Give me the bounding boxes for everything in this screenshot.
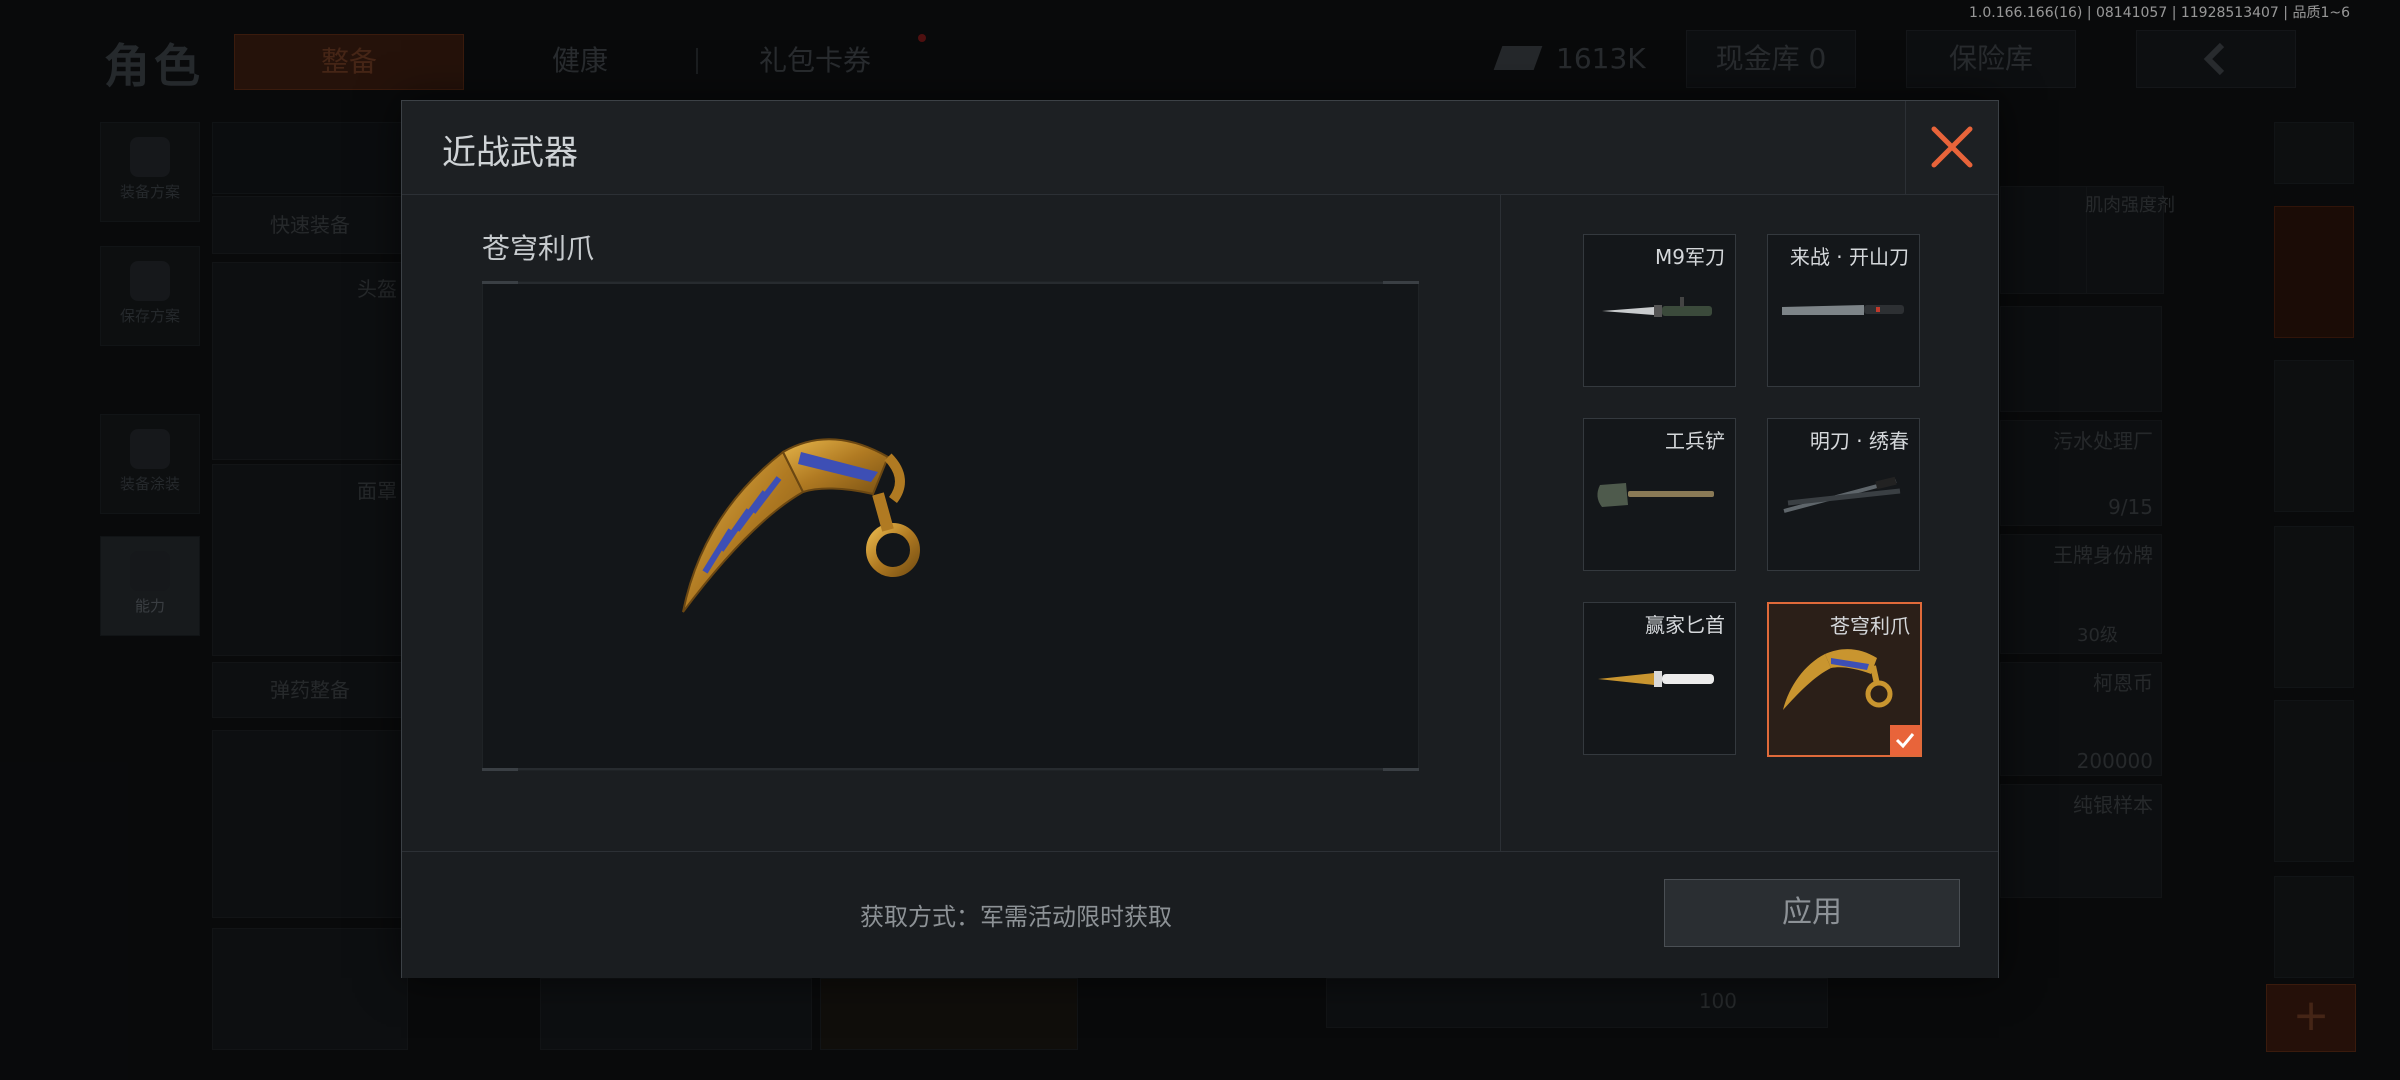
preview-weapon-name: 苍穹利爪 xyxy=(482,232,595,265)
acquisition-text: 获取方式：军需活动限时获取 xyxy=(860,903,1172,931)
close-button[interactable] xyxy=(1905,101,1998,194)
weapon-option-m9[interactable]: M9军刀 xyxy=(1583,234,1736,387)
selected-check-icon xyxy=(1890,725,1920,755)
weapon-option-winner-dagger[interactable]: 赢家匕首 xyxy=(1583,602,1736,755)
weapon-option-machete[interactable]: 来战 · 开山刀 xyxy=(1767,234,1920,387)
dialog-header: 近战武器 xyxy=(402,101,1998,195)
machete-icon xyxy=(1782,305,1904,315)
dialog-title: 近战武器 xyxy=(442,133,578,173)
close-icon xyxy=(1931,126,1973,168)
golden-dagger-icon xyxy=(1598,671,1714,687)
panel-divider xyxy=(1500,195,1501,851)
weapon-option-xiuchun[interactable]: 明刀 · 绣春 xyxy=(1767,418,1920,571)
melee-weapon-dialog: 近战武器 苍穹利爪 M9军刀 来战 · 开山刀 工兵铲 明刀 · 绣春 赢家匕首… xyxy=(401,100,1999,978)
apply-button[interactable]: 应用 xyxy=(1664,879,1960,947)
karambit-preview-image xyxy=(682,438,920,613)
weapon-option-shovel[interactable]: 工兵铲 xyxy=(1583,418,1736,571)
twin-blades-icon xyxy=(1783,476,1901,513)
shovel-icon xyxy=(1597,483,1714,507)
weapon-option-karambit[interactable]: 苍穹利爪 xyxy=(1767,602,1922,757)
bayonet-knife-icon xyxy=(1602,297,1712,317)
weapon-preview xyxy=(482,281,1419,771)
